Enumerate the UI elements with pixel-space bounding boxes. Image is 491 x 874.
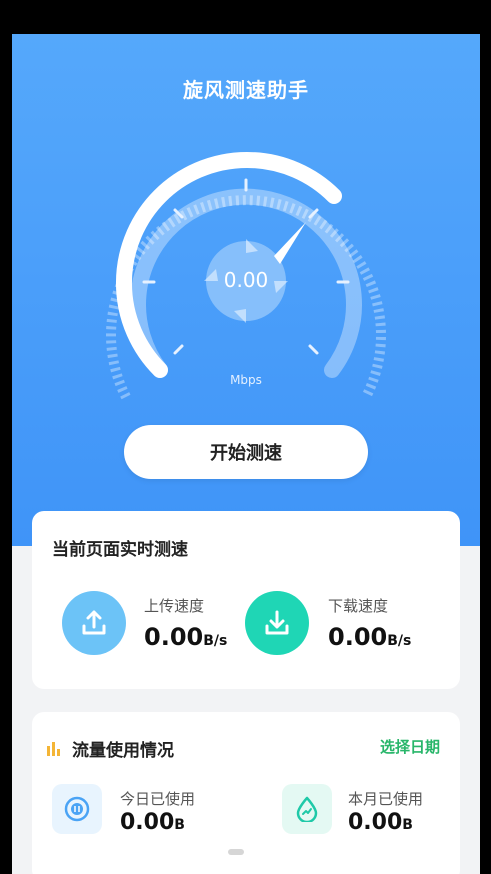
gauge-needle <box>274 222 306 264</box>
download-value: 0.00B/s <box>328 623 411 651</box>
droplet-chart-icon <box>282 784 332 834</box>
upload-value: 0.00B/s <box>144 623 227 651</box>
speed-gauge <box>106 152 386 400</box>
today-label: 今日已使用 <box>120 790 196 808</box>
download-label: 下载速度 <box>328 597 389 615</box>
select-date-link[interactable]: 选择日期 <box>380 736 440 757</box>
app-screen: 旋风测速助手 0.00 Mbps 开始测速 当前页面实时测速 上传速度 0.00… <box>12 34 480 874</box>
download-unit: B/s <box>387 633 412 649</box>
today-value: 0.00B <box>120 810 185 835</box>
speed-unit: Mbps <box>230 373 262 387</box>
month-number: 0.00 <box>348 810 403 835</box>
hero-header: 旋风测速助手 0.00 Mbps 开始测速 <box>12 34 480 546</box>
month-label: 本月已使用 <box>348 790 424 808</box>
upload-number: 0.00 <box>144 623 204 651</box>
month-value: 0.00B <box>348 810 413 835</box>
upload-unit: B/s <box>203 633 228 649</box>
upload-icon <box>62 591 126 655</box>
speed-value: 0.00 <box>223 268 269 292</box>
realtime-speed-card: 当前页面实时测速 上传速度 0.00B/s 下载速度 0.00B/s <box>32 511 460 689</box>
realtime-title: 当前页面实时测速 <box>52 540 188 560</box>
start-test-button[interactable]: 开始测速 <box>124 425 368 479</box>
traffic-title: 流量使用情况 <box>72 741 174 761</box>
today-number: 0.00 <box>120 810 175 835</box>
traffic-usage-card: 流量使用情况 选择日期 今日已使用 0.00B 本月已使用 0.00B <box>32 712 460 874</box>
download-icon <box>245 591 309 655</box>
bar-chart-icon <box>47 742 60 756</box>
home-indicator[interactable] <box>228 849 244 855</box>
download-number: 0.00 <box>328 623 388 651</box>
today-unit: B <box>174 817 185 833</box>
month-unit: B <box>402 817 413 833</box>
upload-label: 上传速度 <box>144 597 205 615</box>
data-swap-icon <box>52 784 102 834</box>
